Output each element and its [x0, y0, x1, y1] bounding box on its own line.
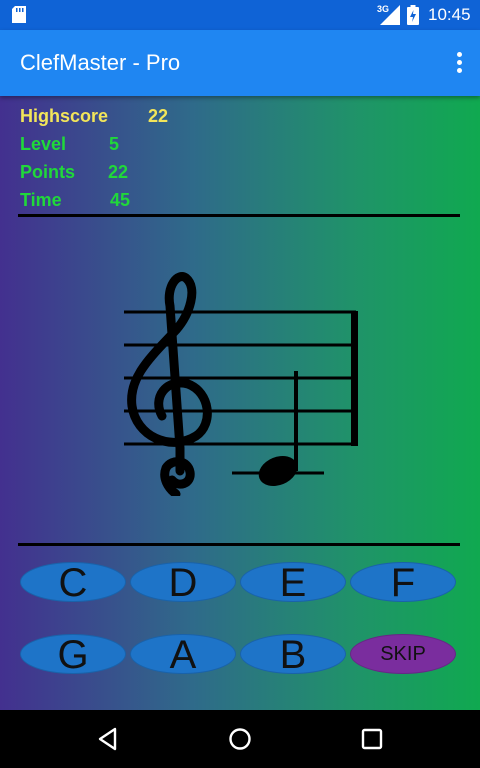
- points-value: 22: [108, 162, 129, 182]
- highscore-value: 22: [148, 106, 169, 126]
- skip-button[interactable]: SKIP: [350, 634, 456, 674]
- points-label: Points: [20, 162, 76, 182]
- level-value: 5: [109, 134, 120, 154]
- top-divider: [18, 214, 460, 217]
- back-icon[interactable]: [95, 726, 121, 752]
- note-e-button[interactable]: E: [240, 562, 346, 604]
- signal-icon: [380, 5, 400, 25]
- note-a-button[interactable]: A: [130, 634, 236, 676]
- recents-icon[interactable]: [359, 726, 385, 752]
- home-icon[interactable]: [227, 726, 253, 752]
- navigation-bar: [0, 710, 480, 768]
- note-b-button[interactable]: B: [240, 634, 346, 676]
- game-area: Highscore 22 Level 5 Points 22 Time 45 C…: [0, 96, 480, 710]
- time-label: Time: [20, 190, 62, 210]
- highscore-label: Highscore: [20, 106, 109, 126]
- battery-icon: [407, 5, 419, 25]
- app-title: ClefMaster - Pro: [20, 50, 181, 75]
- status-bar: 3G 10:45: [0, 0, 480, 30]
- note-d-button[interactable]: D: [130, 562, 236, 604]
- note-g-button[interactable]: G: [20, 634, 126, 676]
- note-f-button[interactable]: F: [350, 562, 456, 604]
- more-vert-icon[interactable]: [457, 52, 463, 74]
- bottom-divider: [18, 543, 460, 546]
- app-bar: ClefMaster - Pro: [0, 30, 480, 96]
- time-value: 45: [110, 190, 131, 210]
- level-label: Level: [20, 134, 67, 154]
- sd-card-icon: [12, 6, 26, 23]
- note-c-button[interactable]: C: [20, 562, 126, 604]
- status-time: 10:45: [428, 5, 471, 24]
- music-staff: [124, 272, 358, 496]
- treble-clef-icon: [127, 272, 212, 496]
